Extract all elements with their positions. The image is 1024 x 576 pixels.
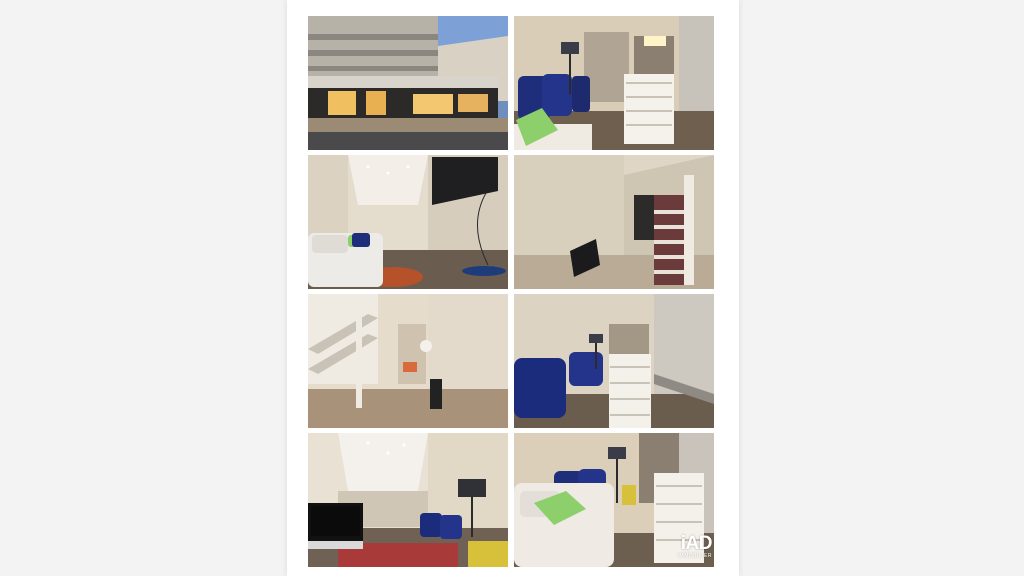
photo-under-stairs[interactable] <box>308 294 508 428</box>
photo-staircase[interactable] <box>514 155 714 289</box>
photo-computer-desk[interactable] <box>308 433 508 567</box>
lounge-armchairs-image <box>514 16 714 150</box>
building-exterior-image <box>308 16 508 150</box>
photo-sofa-green-pillow[interactable]: iAD IMMOBILIER <box>514 433 714 567</box>
photo-building-exterior[interactable] <box>308 16 508 150</box>
photo-sheet: iAD IMMOBILIER <box>287 0 739 576</box>
staircase-image <box>514 155 714 289</box>
sofa-tv-image <box>308 155 508 289</box>
watermark-sub: IMMOBILIER <box>677 553 712 559</box>
watermark-mark: iAD <box>680 533 713 554</box>
photo-sofa-tv[interactable] <box>308 155 508 289</box>
agency-watermark: iAD IMMOBILIER <box>677 533 713 559</box>
photo-blue-armchairs[interactable] <box>514 294 714 428</box>
blue-armchairs-image <box>514 294 714 428</box>
computer-desk-image <box>308 433 508 567</box>
photo-lounge-armchairs[interactable] <box>514 16 714 150</box>
under-stairs-image <box>308 294 508 428</box>
